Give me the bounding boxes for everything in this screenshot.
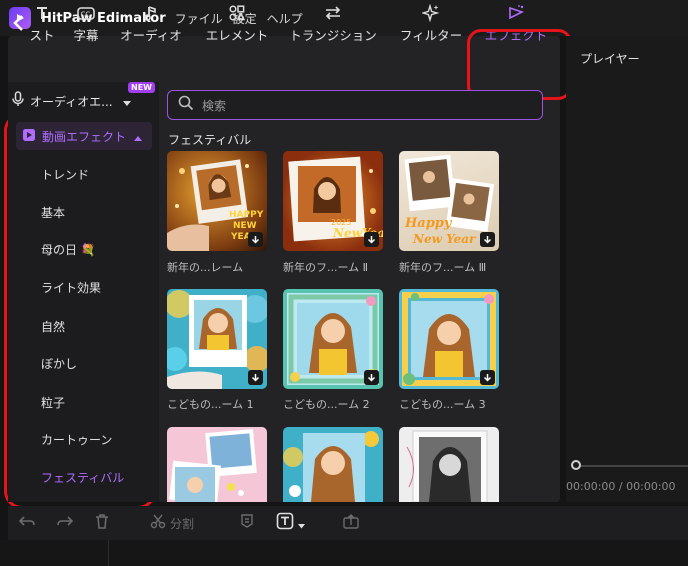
effect-icon: [507, 4, 525, 22]
svg-text:2025: 2025: [331, 218, 351, 227]
video-effects-dropdown[interactable]: 動画エフェクト: [16, 122, 152, 150]
effect-thumbnail[interactable]: [167, 427, 267, 502]
text-tool-dropdown[interactable]: [276, 512, 305, 534]
effect-thumbnail[interactable]: HAPPY NEW YEAR: [167, 151, 267, 251]
effect-thumbnail[interactable]: [167, 289, 267, 389]
search-placeholder: 検索: [202, 98, 227, 113]
split-label: 分割: [170, 516, 195, 531]
tab-effects[interactable]: エフェクト: [480, 4, 552, 44]
tab-label: スト: [29, 28, 55, 43]
undo-button[interactable]: [18, 513, 36, 533]
tab-label: トランジション: [289, 28, 377, 43]
tab-label: オーディオ: [120, 28, 182, 43]
category-blur[interactable]: ぼかし: [41, 355, 77, 372]
player-timecode: 00:00:00 / 00:00:00: [566, 480, 676, 493]
download-icon[interactable]: [480, 232, 495, 247]
current-time: 00:00:00: [566, 480, 616, 493]
elements-icon: [228, 4, 246, 22]
category-basic[interactable]: 基本: [41, 204, 65, 221]
effect-thumbnail[interactable]: Happy New Year: [399, 151, 499, 251]
tab-transitions[interactable]: トランジション: [287, 4, 379, 44]
music-note-icon: [143, 4, 159, 22]
category-cartoon[interactable]: カートゥーン: [41, 431, 112, 448]
svg-text:HAPPY: HAPPY: [229, 210, 264, 220]
category-nature[interactable]: 自然: [41, 318, 65, 335]
effect-thumbnail[interactable]: [283, 289, 383, 389]
total-time: 00:00:00: [626, 480, 676, 493]
effect-thumbnail[interactable]: [399, 427, 499, 502]
video-effects-label: 動画エフェクト: [42, 129, 127, 144]
export-clip-button[interactable]: [342, 513, 360, 533]
player-panel: [566, 36, 688, 502]
chevron-up-icon: [134, 127, 143, 146]
category-mothers-day[interactable]: 母の日 💐: [41, 241, 96, 258]
trash-icon: [94, 513, 110, 533]
download-icon[interactable]: [248, 232, 263, 247]
text-icon: [35, 4, 49, 22]
tab-label: エレメント: [205, 28, 269, 43]
tab-audio[interactable]: オーディオ: [113, 4, 189, 44]
category-particles[interactable]: 粒子: [41, 394, 65, 411]
svg-text:Happy: Happy: [404, 216, 453, 231]
svg-text:CC: CC: [81, 11, 91, 19]
chevron-down-icon: [298, 514, 305, 533]
text-box-icon: [276, 512, 294, 534]
split-button[interactable]: 分割: [150, 513, 194, 533]
timeline-divider: [108, 540, 109, 566]
redo-icon: [56, 513, 74, 533]
search-input[interactable]: 検索: [167, 90, 543, 120]
tab-text[interactable]: スト: [24, 4, 60, 44]
effect-thumbnail[interactable]: [399, 289, 499, 389]
thumbnail-label: 新年のフ...ーム Ⅲ: [399, 261, 487, 274]
undo-icon: [18, 513, 36, 533]
chevron-down-icon: [122, 92, 131, 111]
thumbnail-label: 新年の...レーム: [167, 261, 244, 274]
marker-button[interactable]: [240, 513, 254, 533]
tab-label: エフェクト: [484, 28, 548, 43]
download-icon[interactable]: [480, 370, 495, 385]
search-icon: [178, 95, 194, 115]
category-light-effects[interactable]: ライト効果: [41, 279, 101, 296]
tab-elements[interactable]: エレメント: [201, 4, 273, 44]
player-title: プレイヤー: [580, 52, 640, 66]
thumbnail-label: こどもの...ーム 3: [399, 398, 486, 411]
thumbnail-label: こどもの...ーム 2: [283, 398, 370, 411]
download-icon[interactable]: [364, 232, 379, 247]
svg-text:New Year: New Year: [412, 232, 477, 246]
player-progress-track[interactable]: [576, 465, 688, 467]
download-icon[interactable]: [248, 370, 263, 385]
category-festival[interactable]: フェスティバル: [41, 469, 124, 486]
thumbnail-label: 新年のフ...ーム Ⅱ: [283, 261, 369, 274]
thumbnail-label: こどもの...ーム 1: [167, 398, 254, 411]
delete-button[interactable]: [94, 513, 110, 533]
effect-thumbnail[interactable]: NewYear 2025: [283, 151, 383, 251]
playhead-handle[interactable]: [571, 460, 581, 470]
audio-effects-label: オーディオエ...: [30, 94, 113, 109]
scissors-icon: [150, 513, 166, 533]
redo-button[interactable]: [56, 513, 74, 533]
marker-icon: [240, 513, 254, 533]
new-badge: NEW: [128, 82, 155, 93]
category-trend[interactable]: トレンド: [41, 166, 89, 183]
download-icon[interactable]: [364, 370, 379, 385]
effect-thumbnail[interactable]: [283, 427, 383, 502]
section-title: フェスティバル: [168, 133, 252, 147]
subtitle-icon: CC: [76, 4, 96, 22]
tab-filters[interactable]: フィルター: [395, 4, 467, 44]
microphone-icon: [12, 91, 24, 111]
transition-icon: [323, 4, 343, 22]
time-separator: /: [618, 480, 623, 493]
tab-label: 字幕: [73, 28, 99, 43]
svg-text:NEW: NEW: [233, 221, 257, 231]
video-effect-icon: [22, 127, 36, 146]
upload-frame-icon: [342, 513, 360, 533]
timeline-area: [0, 540, 688, 566]
tab-subtitles[interactable]: CC 字幕: [68, 4, 104, 44]
sparkle-icon: [422, 4, 440, 22]
tab-label: フィルター: [399, 28, 463, 43]
